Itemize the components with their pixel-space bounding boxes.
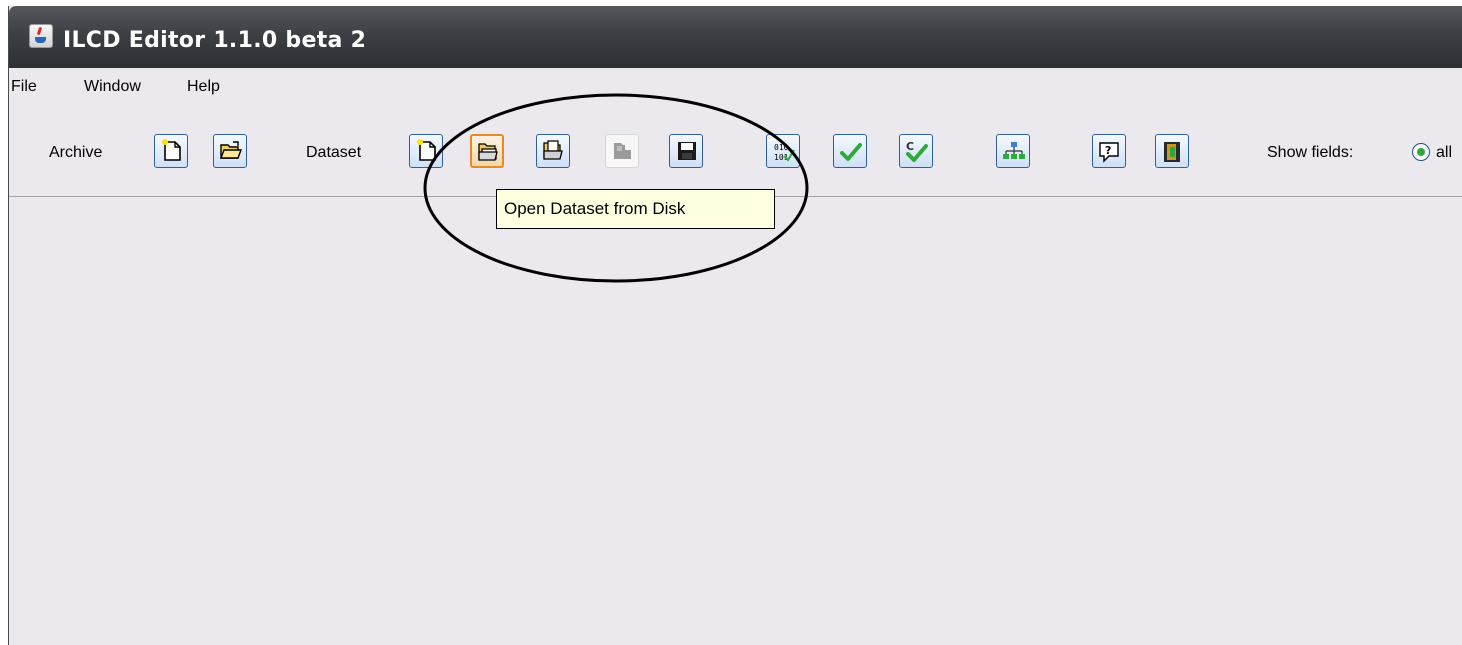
show-fields-label: Show fields:	[1267, 144, 1354, 161]
dataset-open-button[interactable]	[470, 134, 504, 168]
dataset-label: Dataset	[306, 144, 362, 161]
menu-file[interactable]: File	[11, 78, 37, 96]
dataset-save-button[interactable]	[669, 134, 703, 168]
dataset-new-button[interactable]	[409, 134, 443, 168]
new-document-icon	[161, 139, 183, 167]
window-title: ILCD Editor 1.1.0 beta 2	[63, 28, 367, 53]
check-button[interactable]	[833, 134, 867, 168]
green-check-icon	[839, 141, 863, 167]
help-icon: ?	[1098, 140, 1122, 168]
check-compliance-icon: C	[904, 139, 930, 169]
show-fields-all-radio[interactable]	[1412, 143, 1430, 161]
menu-help[interactable]: Help	[187, 78, 220, 96]
exit-icon	[1162, 140, 1184, 168]
toolbar: Archive Dataset 010 101 C ? Show fields:…	[9, 104, 1462, 197]
archive-open-button[interactable]	[213, 134, 247, 168]
java-app-icon	[29, 24, 53, 48]
dataset-close-button[interactable]	[605, 134, 639, 168]
exit-button[interactable]	[1155, 134, 1189, 168]
svg-text:?: ?	[1105, 144, 1111, 157]
check-compliance-button[interactable]: C	[899, 134, 933, 168]
save-icon	[677, 141, 697, 165]
main-content-area	[9, 197, 1462, 645]
svg-text:010: 010	[774, 143, 789, 152]
app-window: ILCD Editor 1.1.0 beta 2 File Window Hel…	[8, 6, 1462, 645]
folder-icon	[611, 140, 635, 166]
dataset-import-button[interactable]	[536, 134, 570, 168]
svg-text:C: C	[906, 140, 914, 153]
open-folder-icon	[476, 141, 500, 167]
title-bar[interactable]: ILCD Editor 1.1.0 beta 2	[9, 6, 1462, 68]
new-document-icon	[416, 139, 438, 167]
archive-new-button[interactable]	[154, 134, 188, 168]
hierarchy-button[interactable]	[996, 134, 1030, 168]
archive-label: Archive	[49, 144, 103, 161]
show-fields-all-label: all	[1436, 144, 1453, 161]
help-button[interactable]: ?	[1092, 134, 1126, 168]
menu-bar: File Window Help	[9, 68, 1462, 104]
hierarchy-icon	[1002, 140, 1026, 168]
validate-icon: 010 101	[772, 140, 796, 168]
validate-button[interactable]: 010 101	[766, 134, 800, 168]
tooltip-open-dataset: Open Dataset from Disk	[496, 189, 775, 229]
open-folder-icon	[219, 140, 243, 166]
folder-open-icon	[541, 139, 565, 167]
menu-window[interactable]: Window	[84, 78, 141, 96]
